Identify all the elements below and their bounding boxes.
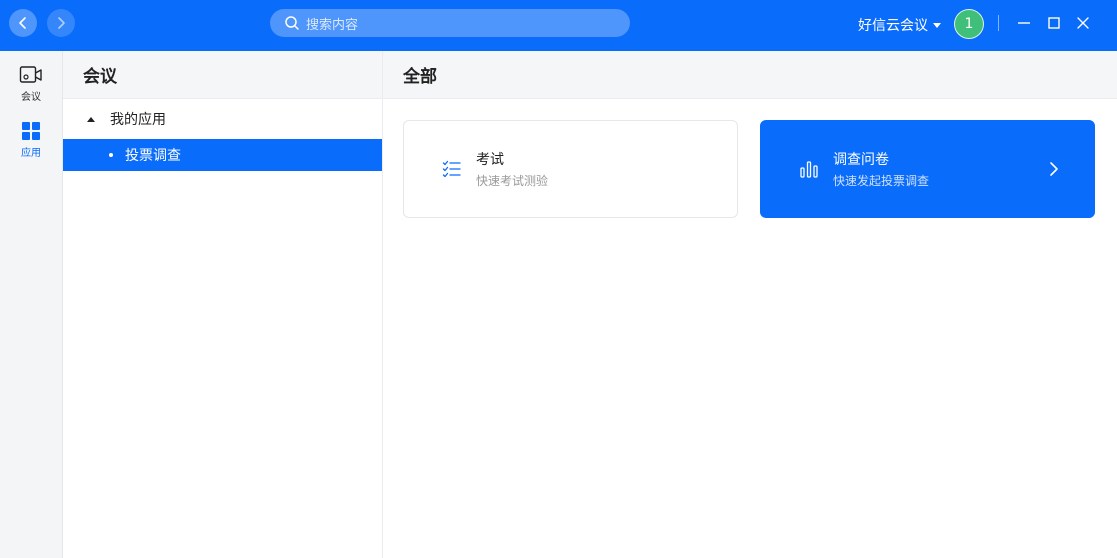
title-bar: 搜索内容 好信云会议 1 <box>0 0 1117 51</box>
close-icon <box>1077 17 1089 29</box>
apps-grid-icon <box>22 122 40 140</box>
account-name: 好信云会议 <box>858 18 928 34</box>
app-card-survey[interactable]: 调查问卷 快速发起投票调查 <box>760 120 1095 218</box>
main-title: 全部 <box>383 51 1117 99</box>
collapse-triangle-icon[interactable] <box>87 116 95 122</box>
tree-title: 会议 <box>63 51 382 99</box>
tree-group-label: 我的应用 <box>110 112 166 128</box>
search-icon <box>284 15 300 31</box>
back-button[interactable] <box>9 9 37 37</box>
tree-item-label: 投票调查 <box>125 148 181 164</box>
search-input[interactable]: 搜索内容 <box>270 9 630 37</box>
rail-item-apps[interactable]: 应用 <box>0 121 62 159</box>
bullet-icon <box>109 153 113 157</box>
video-camera-icon <box>19 66 42 83</box>
chevron-left-icon <box>19 17 26 29</box>
rail-label-apps: 应用 <box>21 148 41 159</box>
side-rail: 会议 应用 <box>0 51 63 558</box>
maximize-button[interactable] <box>1045 14 1063 32</box>
minimize-icon <box>1018 22 1030 24</box>
maximize-icon <box>1048 17 1060 29</box>
app-card-exam[interactable]: 考试 快速考试测验 <box>403 120 738 218</box>
chevron-right-icon <box>58 17 65 29</box>
forward-button[interactable] <box>47 9 75 37</box>
tree-group-my-apps[interactable]: 我的应用 <box>63 107 382 131</box>
card-subtitle: 快速发起投票调查 <box>833 174 930 188</box>
card-subtitle: 快速考试测验 <box>476 174 549 188</box>
avatar[interactable]: 1 <box>954 9 984 39</box>
close-button[interactable] <box>1074 14 1092 32</box>
minimize-button[interactable] <box>1015 14 1033 32</box>
chevron-right-icon <box>1048 161 1060 177</box>
checklist-icon <box>442 159 462 179</box>
divider <box>998 15 999 31</box>
card-title: 考试 <box>476 152 504 168</box>
account-menu[interactable]: 好信云会议 <box>858 15 941 35</box>
search-placeholder: 搜索内容 <box>306 17 359 33</box>
bar-chart-icon <box>799 159 819 179</box>
app-tree-panel: 会议 我的应用 投票调查 <box>63 51 383 558</box>
rail-label-meeting: 会议 <box>21 92 41 103</box>
caret-down-icon <box>933 22 941 28</box>
card-title: 调查问卷 <box>833 152 889 168</box>
tree-item-survey[interactable]: 投票调查 <box>63 139 382 171</box>
rail-item-meeting[interactable]: 会议 <box>0 65 62 103</box>
main-content: 全部 考试 快速考试测验 调查问卷 快速发起投票调查 <box>383 51 1117 558</box>
